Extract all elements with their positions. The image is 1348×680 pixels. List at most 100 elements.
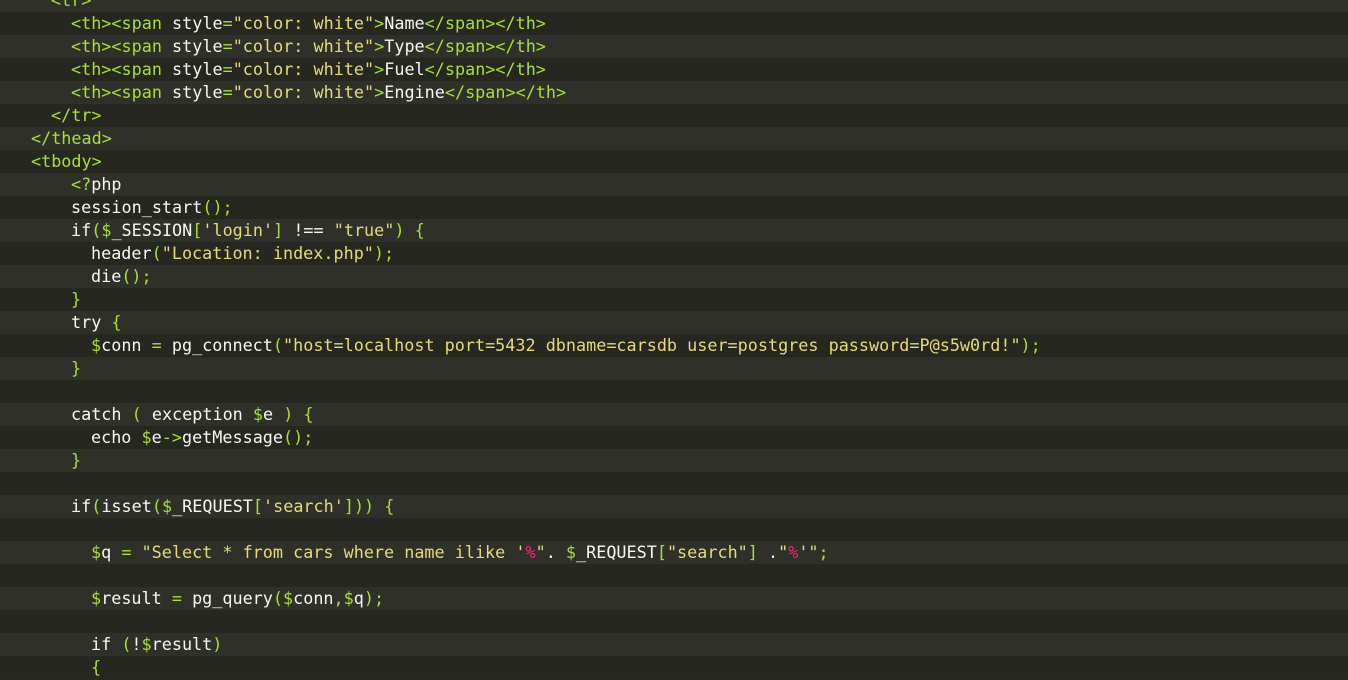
- code-token: (: [151, 243, 162, 263]
- code-line[interactable]: try {: [0, 311, 1348, 334]
- code-token: );: [373, 243, 395, 263]
- code-token: ) {: [283, 404, 314, 424]
- code-line[interactable]: [0, 518, 1348, 541]
- code-line[interactable]: $q = "Select * from cars where name ilik…: [0, 541, 1348, 564]
- code-editor[interactable]: <tr> <th><span style="color: white">Name<…: [0, 0, 1348, 679]
- code-token: ": [778, 542, 789, 562]
- code-line[interactable]: [0, 564, 1348, 587]
- code-token: 'search': [263, 496, 344, 516]
- code-line[interactable]: <?php: [0, 173, 1348, 196]
- code-token: =: [222, 13, 233, 33]
- code-token: ])) {: [343, 496, 395, 516]
- code-token: $: [141, 634, 152, 654]
- code-line[interactable]: <th><span style="color: white">Type</spa…: [0, 35, 1348, 58]
- code-token: session_start: [71, 197, 203, 217]
- code-token: <th><span: [71, 13, 173, 33]
- code-line[interactable]: }: [0, 357, 1348, 380]
- code-token: >: [374, 36, 385, 56]
- code-line[interactable]: die();: [0, 265, 1348, 288]
- code-token: $: [91, 588, 102, 608]
- code-token: ();: [202, 197, 233, 217]
- code-token: >: [374, 82, 385, 102]
- code-token: q: [101, 542, 122, 562]
- code-token: %: [525, 542, 536, 562]
- code-token: );: [363, 588, 385, 608]
- code-token: Fuel: [384, 59, 425, 79]
- code-token: =: [151, 335, 172, 355]
- code-line[interactable]: }: [0, 449, 1348, 472]
- code-line[interactable]: if (!$result): [0, 633, 1348, 656]
- code-token: style: [172, 59, 223, 79]
- code-line[interactable]: }: [0, 288, 1348, 311]
- code-token: );: [1020, 335, 1041, 355]
- code-token: </thead>: [31, 128, 112, 148]
- code-token: echo: [91, 427, 142, 447]
- code-token: =: [171, 588, 193, 608]
- code-line[interactable]: <th><span style="color: white">Engine</s…: [0, 81, 1348, 104]
- code-token: e: [263, 404, 284, 424]
- code-token: <th><span: [71, 59, 173, 79]
- code-token: [: [252, 496, 264, 516]
- code-token: </span></th>: [424, 13, 546, 33]
- code-line[interactable]: </tr>: [0, 104, 1348, 127]
- code-token: }: [71, 358, 82, 378]
- code-token: php: [91, 174, 122, 194]
- code-token: if: [71, 220, 92, 240]
- code-token: try: [71, 312, 112, 332]
- code-token: <th><span: [71, 36, 173, 56]
- code-token: .: [768, 542, 779, 562]
- code-line[interactable]: <th><span style="color: white">Fuel</spa…: [0, 58, 1348, 81]
- code-line[interactable]: echo $e->getMessage();: [0, 426, 1348, 449]
- code-token: ,$: [333, 588, 354, 608]
- code-line[interactable]: <tbody>: [0, 150, 1348, 173]
- code-token: "search": [666, 542, 748, 562]
- code-token: (: [121, 634, 132, 654]
- code-token: $: [141, 427, 152, 447]
- code-token: (: [272, 335, 284, 355]
- code-token: <tbody>: [31, 151, 102, 171]
- code-token: Name: [384, 13, 425, 33]
- code-token: >: [374, 59, 385, 79]
- code-token: '": [798, 542, 819, 562]
- code-token: $: [565, 542, 577, 562]
- code-token: "color: white": [232, 36, 375, 56]
- code-token: ): [212, 634, 223, 654]
- code-token: "color: white": [232, 13, 375, 33]
- code-line[interactable]: [0, 472, 1348, 495]
- code-token: [: [192, 220, 203, 240]
- code-token: !==: [293, 220, 334, 240]
- code-token: .: [545, 542, 566, 562]
- code-line[interactable]: $result = pg_query($conn,$q);: [0, 587, 1348, 610]
- code-token: exception: [151, 404, 253, 424]
- code-token: !: [131, 634, 142, 654]
- code-line[interactable]: [0, 380, 1348, 403]
- code-line[interactable]: <th><span style="color: white">Name</spa…: [0, 12, 1348, 35]
- code-token: <tr>: [51, 0, 92, 10]
- code-line[interactable]: <tr>: [0, 0, 1348, 12]
- code-token: }: [71, 289, 82, 309]
- code-line[interactable]: session_start();: [0, 196, 1348, 219]
- code-line[interactable]: if($_SESSION['login'] !== "true") {: [0, 219, 1348, 242]
- code-token: Engine: [384, 82, 445, 102]
- code-token: </span></th>: [424, 59, 546, 79]
- code-token: die: [91, 266, 122, 286]
- code-line[interactable]: [0, 610, 1348, 633]
- code-line[interactable]: header("Location: index.php");: [0, 242, 1348, 265]
- code-token: _REQUEST: [576, 542, 657, 562]
- code-token: pg_query: [192, 588, 273, 608]
- code-token: "host=localhost port=5432 dbname=carsdb …: [283, 335, 1021, 355]
- code-line[interactable]: $conn = pg_connect("host=localhost port=…: [0, 334, 1348, 357]
- code-token: [: [656, 542, 667, 562]
- code-token: pg_connect: [171, 335, 273, 355]
- code-token: q: [353, 588, 364, 608]
- code-line[interactable]: </thead>: [0, 127, 1348, 150]
- code-line[interactable]: catch ( exception $e ) {: [0, 403, 1348, 426]
- code-line[interactable]: {: [0, 656, 1348, 679]
- code-token: style: [172, 13, 223, 33]
- code-token: getMessage: [181, 427, 284, 447]
- code-line[interactable]: if(isset($_REQUEST['search'])) {: [0, 495, 1348, 518]
- code-token: _SESSION: [111, 220, 193, 240]
- code-token: ($: [272, 588, 294, 608]
- code-token: "true": [333, 220, 395, 240]
- code-token: _REQUEST: [172, 496, 253, 516]
